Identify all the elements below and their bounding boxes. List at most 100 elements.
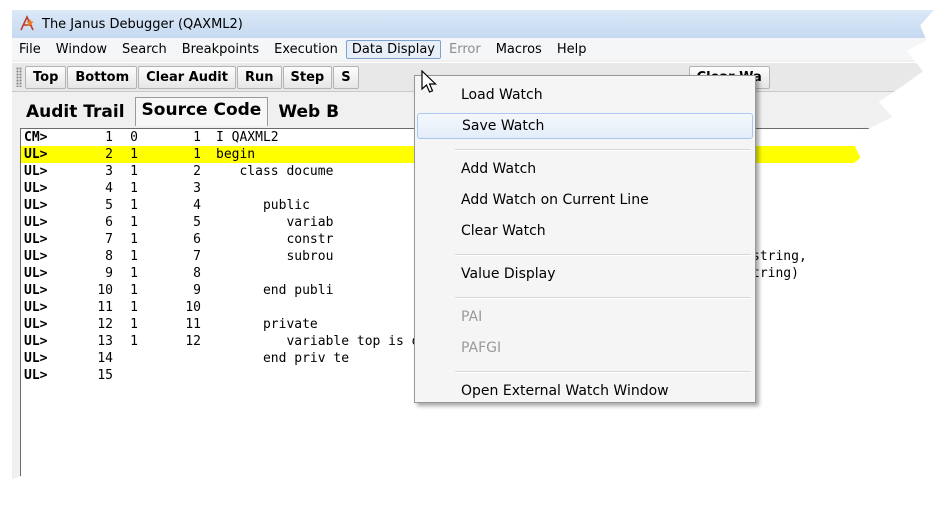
line-number: 15 — [97, 368, 113, 383]
menu-data-display[interactable]: Data Display — [345, 39, 441, 59]
line-prefix: UL> — [24, 147, 48, 162]
line-prefix: UL> — [24, 300, 48, 315]
source-line-number: 6 — [193, 232, 201, 247]
nesting-level: 1 — [130, 198, 138, 213]
source-text: subrou — [216, 249, 334, 264]
menu-help[interactable]: Help — [550, 40, 594, 59]
source-text: begin — [216, 147, 256, 162]
line-number: 12 — [97, 317, 113, 332]
source-text-overflow: string, — [752, 249, 807, 264]
line-number: 3 — [105, 164, 113, 179]
nesting-level: 1 — [130, 300, 138, 315]
source-line-number: 3 — [193, 181, 201, 196]
toolbar-button-bottom[interactable]: Bottom — [67, 65, 138, 89]
janus-debugger-icon — [16, 14, 38, 34]
menu-execution[interactable]: Execution — [267, 40, 345, 59]
nesting-level: 1 — [130, 232, 138, 247]
tab-audit-trail[interactable]: Audit Trail — [18, 98, 133, 126]
line-prefix: UL> — [24, 334, 48, 349]
source-line-number: 9 — [193, 283, 201, 298]
line-prefix: UL> — [24, 266, 48, 281]
menu-separator — [455, 254, 751, 256]
nesting-level: 1 — [130, 334, 138, 349]
menu-breakpoints[interactable]: Breakpoints — [175, 40, 266, 59]
source-line-number: 12 — [185, 334, 201, 349]
source-text: I QAXML2 — [216, 130, 279, 145]
line-number: 1 — [105, 130, 113, 145]
line-prefix: UL> — [24, 215, 48, 230]
line-number: 9 — [105, 266, 113, 281]
line-prefix: CM> — [24, 130, 48, 145]
source-text: class docume — [216, 164, 334, 179]
line-number: 6 — [105, 215, 113, 230]
nesting-level: 1 — [130, 283, 138, 298]
source-line-number: 2 — [193, 164, 201, 179]
source-text-overflow: tring) — [752, 266, 799, 281]
line-prefix: UL> — [24, 283, 48, 298]
menu-separator — [455, 371, 751, 373]
toolbar-button-run[interactable]: Run — [236, 65, 282, 89]
toolbar-button-step[interactable]: Step — [282, 65, 333, 89]
source-text: private — [216, 317, 318, 332]
source-text: variab — [216, 215, 334, 230]
nesting-level: 1 — [130, 147, 138, 162]
source-text: constr — [216, 232, 334, 247]
source-line-number: 7 — [193, 249, 201, 264]
line-number: 5 — [105, 198, 113, 213]
line-number: 4 — [105, 181, 113, 196]
source-line-number: 8 — [193, 266, 201, 281]
menu-separator — [455, 297, 751, 299]
source-line-number: 10 — [185, 300, 201, 315]
nesting-level: 1 — [130, 215, 138, 230]
menu-item-pafgi[interactable]: PAFGI — [417, 335, 753, 361]
menu-window[interactable]: Window — [49, 40, 114, 59]
menu-search[interactable]: Search — [115, 40, 174, 59]
nesting-level: 1 — [130, 181, 138, 196]
window-title: The Janus Debugger (QAXML2) — [42, 16, 243, 32]
nesting-level: 1 — [130, 317, 138, 332]
tab-web-b[interactable]: Web B — [270, 98, 347, 126]
menu-item-add-watch-on-current-line[interactable]: Add Watch on Current Line — [417, 187, 753, 213]
tab-source-code[interactable]: Source Code — [134, 97, 269, 126]
toolbar-button-clear-audit[interactable]: Clear Audit — [138, 65, 236, 89]
menu-macros[interactable]: Macros — [489, 40, 549, 59]
nesting-level: 1 — [130, 249, 138, 264]
line-number: 2 — [105, 147, 113, 162]
mouse-pointer-icon — [421, 70, 437, 93]
toolbar-button-top[interactable]: Top — [25, 65, 67, 89]
menu-item-load-watch[interactable]: Load Watch — [417, 82, 753, 108]
source-line-number: 4 — [193, 198, 201, 213]
menu-bar: File Window Search Breakpoints Execution Data… — [12, 38, 934, 60]
source-line-number: 5 — [193, 215, 201, 230]
line-number: 8 — [105, 249, 113, 264]
toolbar-grip-icon[interactable] — [16, 67, 22, 87]
menu-file[interactable]: File — [12, 40, 48, 59]
menu-item-add-watch[interactable]: Add Watch — [417, 156, 753, 182]
line-number: 11 — [97, 300, 113, 315]
menu-separator — [455, 149, 751, 151]
line-prefix: UL> — [24, 198, 48, 213]
line-number: 14 — [97, 351, 113, 366]
line-number: 7 — [105, 232, 113, 247]
line-number: 13 — [97, 334, 113, 349]
line-prefix: UL> — [24, 368, 48, 383]
source-text: end priv te — [216, 351, 350, 366]
line-number: 10 — [97, 283, 113, 298]
line-prefix: UL> — [24, 317, 48, 332]
nesting-level: 1 — [130, 164, 138, 179]
source-text: end publi — [216, 283, 334, 298]
nesting-level: 1 — [130, 266, 138, 281]
menu-item-pai[interactable]: PAI — [417, 304, 753, 330]
line-prefix: UL> — [24, 351, 48, 366]
data-display-menu: Load Watch Save Watch Add Watch Add Watch o… — [414, 75, 756, 403]
menu-item-clear-watch[interactable]: Clear Watch — [417, 218, 753, 244]
menu-item-save-watch[interactable]: Save Watch — [417, 113, 753, 139]
toolbar-button-s[interactable]: S — [333, 65, 359, 89]
menu-item-open-external-watch-window[interactable]: Open External Watch Window — [417, 378, 753, 404]
line-prefix: UL> — [24, 181, 48, 196]
menu-error[interactable]: Error — [442, 40, 488, 59]
line-prefix: UL> — [24, 249, 48, 264]
line-prefix: UL> — [24, 164, 48, 179]
nesting-level: 0 — [130, 130, 138, 145]
menu-item-value-display[interactable]: Value Display — [417, 261, 753, 287]
